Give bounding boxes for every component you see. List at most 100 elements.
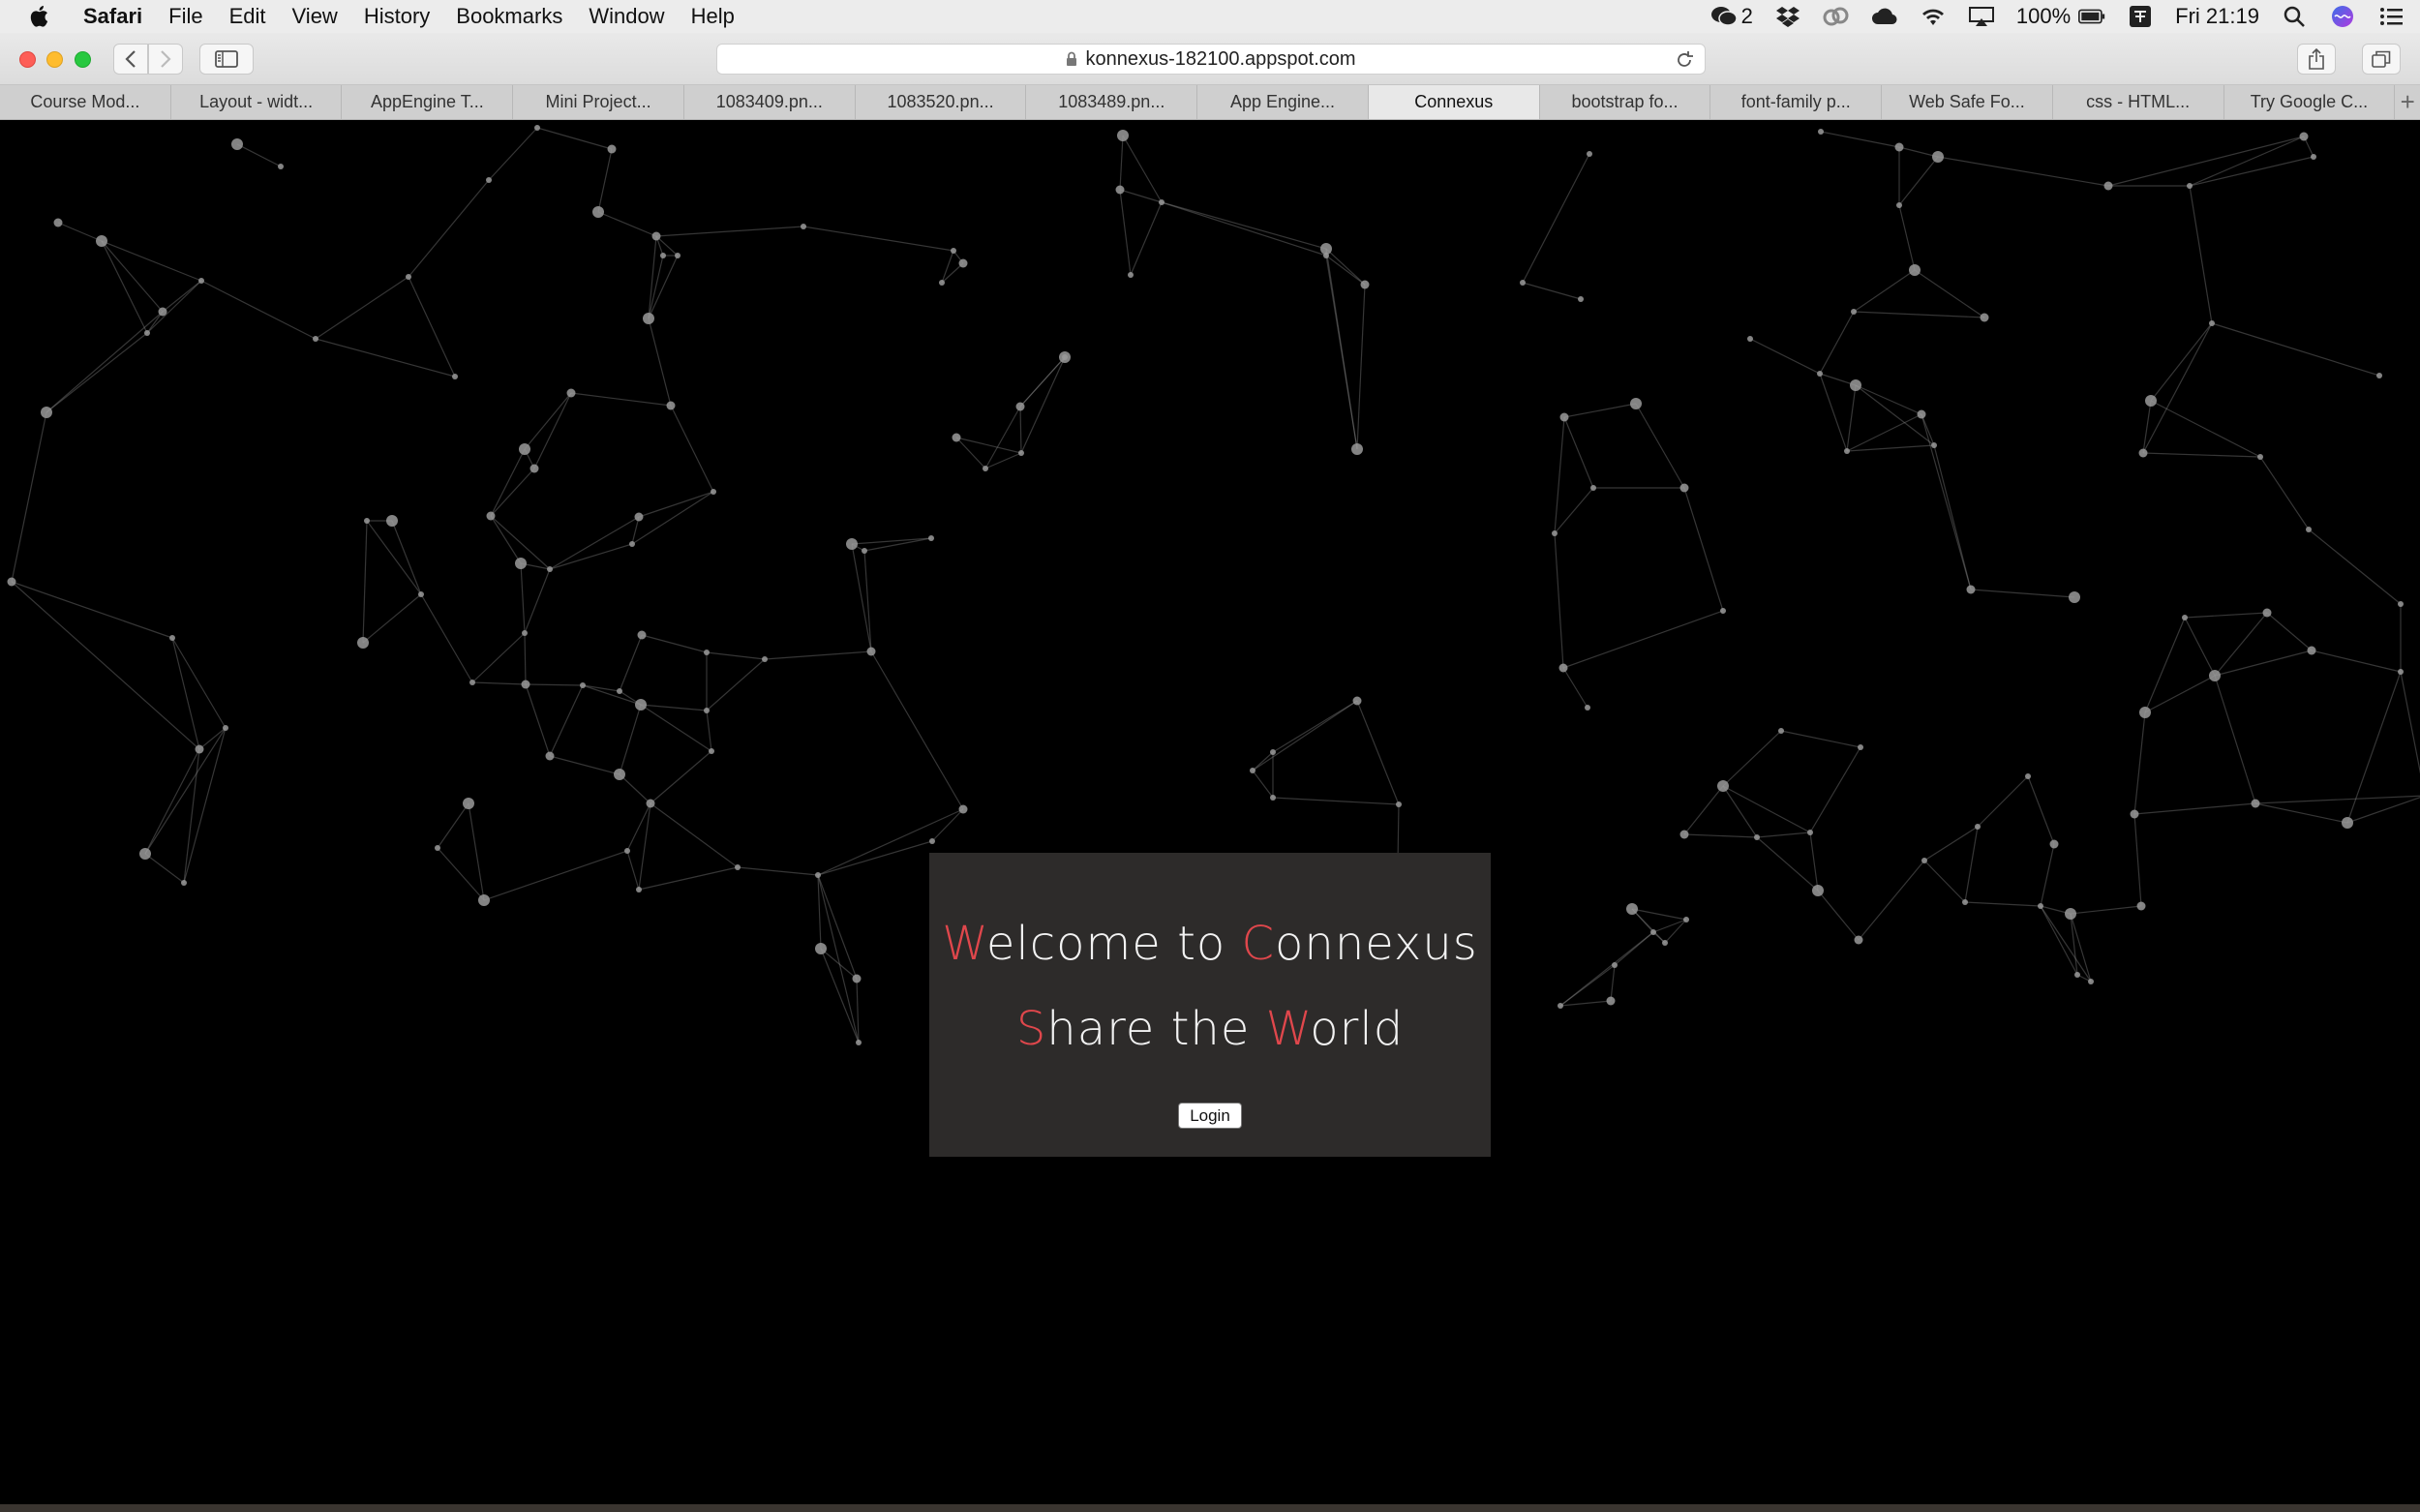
tagline-text: orld [1310,1002,1405,1056]
network-link [817,874,860,1043]
network-link [706,710,712,752]
new-tab-button[interactable]: + [2395,85,2420,119]
network-node [1921,858,1927,863]
dropbox-icon[interactable] [1774,5,1801,28]
tab-mini-project[interactable]: Mini Project... [513,85,684,119]
show-all-tabs-button[interactable] [2362,44,2401,75]
network-node [1360,280,1370,289]
network-link [1252,751,1274,771]
headline-text: elcome to [985,917,1242,971]
window-close-button[interactable] [19,51,36,68]
spotlight-icon[interactable] [2281,5,2308,28]
back-button[interactable] [113,44,148,75]
network-node [1931,442,1937,448]
network-link [471,632,526,683]
input-method-icon[interactable] [2127,5,2154,28]
network-node [614,769,625,780]
menu-edit[interactable]: Edit [229,4,266,29]
tab-image-1083409[interactable]: 1083409.pn... [684,85,856,119]
lock-icon [1066,51,1077,67]
tab-try-google-cloud[interactable]: Try Google C... [2224,85,2396,119]
network-link [1522,153,1590,284]
menubar-clock[interactable]: Fri 21:19 [2175,4,2259,29]
network-node [2209,320,2215,326]
tab-connexus[interactable]: Connexus [1368,85,1540,119]
tab-bootstrap-fonts[interactable]: bootstrap fo... [1540,85,1711,119]
network-link [1898,156,1939,206]
notification-center-icon[interactable] [2377,5,2405,28]
network-node [929,838,935,844]
network-link [1252,700,1358,771]
share-button[interactable] [2297,44,2336,75]
menu-view[interactable]: View [292,4,338,29]
network-node [53,218,63,227]
menu-history[interactable]: History [364,4,430,29]
network-node [1896,202,1902,208]
network-link [626,850,640,891]
tab-image-1083489[interactable]: 1083489.pn... [1026,85,1198,119]
network-node [939,280,945,286]
tab-layout-width[interactable]: Layout - widt... [171,85,343,119]
network-link [2308,529,2402,605]
network-link [955,437,986,469]
address-bar[interactable]: konnexus-182100.appspot.com [716,44,1706,75]
network-node [1858,744,1863,750]
network-node [2306,527,2312,532]
airplay-icon[interactable] [1968,5,1995,28]
network-link [183,748,200,884]
network-link [2040,905,2092,983]
network-node [852,974,862,983]
tab-web-safe-fonts[interactable]: Web Safe Fo... [1882,85,2053,119]
address-text: konnexus-182100.appspot.com [1085,47,1356,70]
menu-window[interactable]: Window [589,4,664,29]
menu-help[interactable]: Help [691,4,735,29]
network-node [195,744,204,754]
wechat-icon[interactable] [1710,5,1738,28]
network-node [856,1040,862,1045]
network-link [2214,650,2313,677]
tab-css-html[interactable]: css - HTML... [2053,85,2224,119]
siri-icon[interactable] [2329,5,2356,28]
tab-font-family[interactable]: font-family p... [1710,85,1883,119]
network-link [1683,785,1724,835]
creative-cloud-icon[interactable] [1823,5,1850,28]
network-node [486,511,496,521]
network-node [406,274,411,280]
tab-app-engine[interactable]: App Engine... [1197,85,1369,119]
network-link [931,808,964,842]
cloud-icon[interactable] [1871,5,1898,28]
tab-image-1083520[interactable]: 1083520.pn... [856,85,1027,119]
forward-button[interactable] [148,44,183,75]
reload-icon[interactable] [1674,49,1695,76]
window-minimize-button[interactable] [46,51,63,68]
network-node [1980,313,1989,322]
network-link [648,255,679,319]
network-link [362,520,368,644]
network-link [2070,913,2078,976]
network-link [2070,913,2092,983]
network-node [1817,371,1823,377]
network-node [801,224,806,229]
network-link [549,543,633,570]
apple-menu-icon[interactable] [27,5,50,28]
menu-file[interactable]: File [168,4,202,29]
menu-app-safari[interactable]: Safari [83,4,142,29]
tab-course-modules[interactable]: Course Mod... [0,85,171,119]
network-node [815,872,821,878]
wifi-icon[interactable] [1920,5,1947,28]
network-link [1921,413,1972,590]
network-node [1854,935,1863,945]
network-node [629,541,635,547]
network-node [1015,402,1025,411]
network-node [709,748,714,754]
show-sidebar-button[interactable] [199,44,254,75]
network-node [2398,669,2404,675]
network-node [1559,412,1569,422]
battery-icon[interactable] [2078,5,2105,28]
login-button[interactable]: Login [1178,1103,1242,1129]
window-zoom-button[interactable] [75,51,91,68]
network-link [1923,826,1979,862]
tab-appengine-tutorial[interactable]: AppEngine T... [342,85,514,119]
network-link [1356,284,1366,450]
menu-bookmarks[interactable]: Bookmarks [456,4,562,29]
